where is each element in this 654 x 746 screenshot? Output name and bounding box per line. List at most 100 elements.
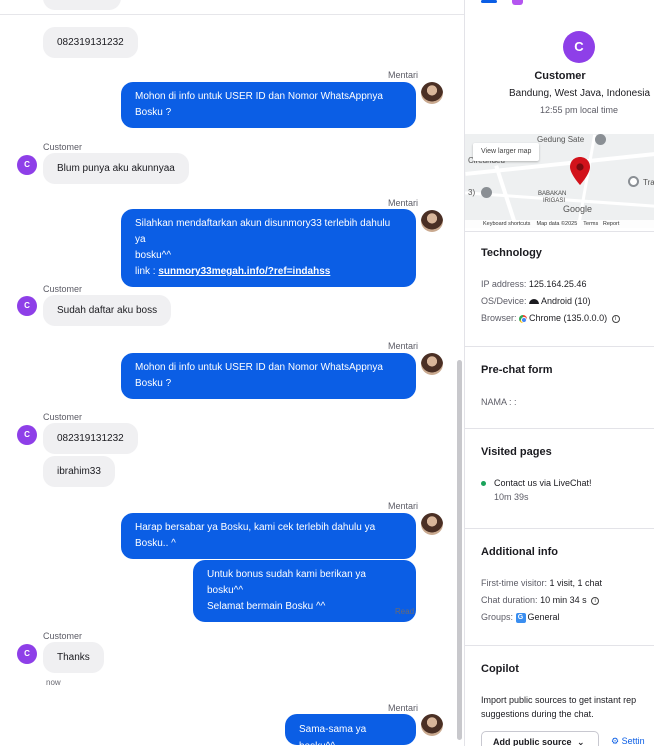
visited-section-title[interactable]: Visited pages [481,446,552,458]
first-visitor-label: First-time visitor: [481,578,547,588]
ip-label: IP address: [481,279,527,289]
agent-name: Mentari [388,70,419,80]
agent-avatar [421,82,443,104]
message-line: Selamat bermain Bosku ^^ [207,601,326,612]
message-line: Harap bersabar ya Bosku, kami cek terleb… [135,522,376,533]
chat-duration-value: 10 min 34 s [540,595,587,605]
map-data-credit: Map data ©2025 [536,221,578,227]
message-line: bosku^^ [135,250,172,261]
map-report-link[interactable]: Report [603,221,620,227]
customer-message: Sudah daftar aku boss [43,295,172,326]
android-icon [529,299,540,305]
chat-duration-label: Chat duration: [481,595,538,605]
browser-value: Chrome (135.0.0.0) [529,313,608,323]
map-label-3: 3) [468,188,476,197]
ip-value: 125.164.25.46 [528,279,587,289]
map-label-babakan: BABAKAN [538,191,567,197]
map-pin-icon [570,157,590,185]
groups-value: General [527,612,560,622]
message-line: Mohon di info untuk USER ID dan Nomor Wh… [135,362,383,373]
section-divider [465,231,654,232]
agent-name: Mentari [388,198,419,208]
prechat-section-title[interactable]: Pre-chat form [481,364,553,376]
customer-message: Blum punya aku akunnyaa [43,153,189,184]
message-line: Bosku ? [135,107,172,118]
agent-name: Mentari [388,703,419,713]
agent-name: Mentari [388,501,419,511]
map-label-irigasi: IRIGASI [543,198,566,204]
location-map[interactable]: Gedung Sate Cireundeu View larger map BA… [465,134,654,228]
customer-avatar-large: C [563,31,595,63]
chevron-down-icon: ⌄ [577,737,585,746]
section-divider [465,346,654,347]
map-poi-icon [628,176,639,187]
customer-name: Customer [43,142,83,152]
first-visitor-value: 1 visit, 1 chat [549,578,603,588]
agent-message: Untuk bonus sudah kami berikan ya bosku^… [193,560,416,622]
first-visitor-row: First-time visitor: 1 visit, 1 chat [481,578,602,588]
add-public-source-label: Add public source [493,737,572,746]
map-poi-icon [481,187,492,198]
chat-transcript: 082319131232 Mentari Mohon di info untuk… [0,0,464,746]
map-terms-link[interactable]: Terms [583,221,598,227]
visited-page-link[interactable]: Contact us via LiveChat! [494,478,592,488]
agent-message: Silahkan mendaftarkan akun disunmory33 t… [121,209,416,287]
agent-message: Harap bersabar ya Bosku, kami cek terleb… [121,513,416,559]
view-larger-map-button[interactable]: View larger map [473,143,540,161]
customer-message: Thanks [43,642,104,673]
ip-address-row: IP address: 125.164.25.46 [481,279,586,289]
agent-avatar [421,714,443,736]
message-line: Bosku ? [135,378,172,389]
agent-message: Mohon di info untuk USER ID dan Nomor Wh… [121,82,416,128]
map-keyboard-shortcuts[interactable]: Keyboard shortcuts [483,221,530,227]
message-line: link : sunmory33megah.info/?ref=indahss [135,264,402,280]
group-badge-icon: G [515,612,526,623]
message-line: Bosku.. ^ [135,538,176,549]
chrome-icon [519,314,528,323]
agent-avatar [421,353,443,375]
browser-row: Browser: Chrome (135.0.0.0) i [481,313,620,323]
google-logo: Google [563,204,593,214]
agent-message: Sama-sama ya bosku^^ [285,714,416,746]
active-page-dot-icon [481,481,486,486]
tab-integration-icon[interactable] [512,0,523,5]
settings-label: Settin [621,736,645,746]
chat-top-divider [0,14,464,15]
technology-section-title[interactable]: Technology [481,247,542,259]
customer-message: 082319131232 [43,423,138,454]
message-line: Mohon di info untuk USER ID dan Nomor Wh… [135,91,383,102]
agent-message: Mohon di info untuk USER ID dan Nomor Wh… [121,353,416,399]
os-value: Android (10) [541,296,591,306]
add-public-source-button[interactable]: Add public source ⌄ [481,731,599,746]
customer-message: 082319131232 [43,27,138,58]
groups-row: Groups: G General [481,612,560,623]
os-row: OS/Device: Android (10) [481,296,591,306]
gear-icon: ⚙ [611,736,620,746]
prechat-nama: NAMA : : [481,397,517,407]
customer-message: ibrahim33 [43,456,115,487]
copilot-settings-link[interactable]: ⚙ Settin [611,736,645,746]
message-link[interactable]: sunmory33megah.info/?ref=indahss [158,266,330,277]
customer-details-panel: C Customer Bandung, West Java, Indonesia… [464,0,654,746]
info-icon[interactable]: i [611,314,620,323]
copilot-section-title[interactable]: Copilot [481,663,519,675]
message-line: Untuk bonus sudah kami berikan ya bosku^… [207,569,366,596]
chat-scrollbar[interactable] [457,360,462,740]
map-footer: Keyboard shortcuts Map data ©2025 Terms … [465,220,654,228]
agent-name: Mentari [388,341,419,351]
customer-name: Customer [43,631,83,641]
additional-section-title[interactable]: Additional info [481,546,558,558]
link-prefix: link : [135,266,159,277]
customer-name-heading: Customer [534,70,586,82]
info-icon[interactable]: i [591,596,600,605]
customer-avatar: C [17,425,37,445]
browser-label: Browser: [481,313,517,323]
groups-label: Groups: [481,612,514,622]
section-divider [465,528,654,529]
os-label: OS/Device: [481,296,527,306]
copilot-description-line: Import public sources to get instant rep [481,695,637,705]
customer-name: Customer [43,284,83,294]
tab-details-indicator[interactable] [481,0,497,3]
customer-local-time: 12:55 pm local time [539,105,619,115]
section-divider [465,428,654,429]
